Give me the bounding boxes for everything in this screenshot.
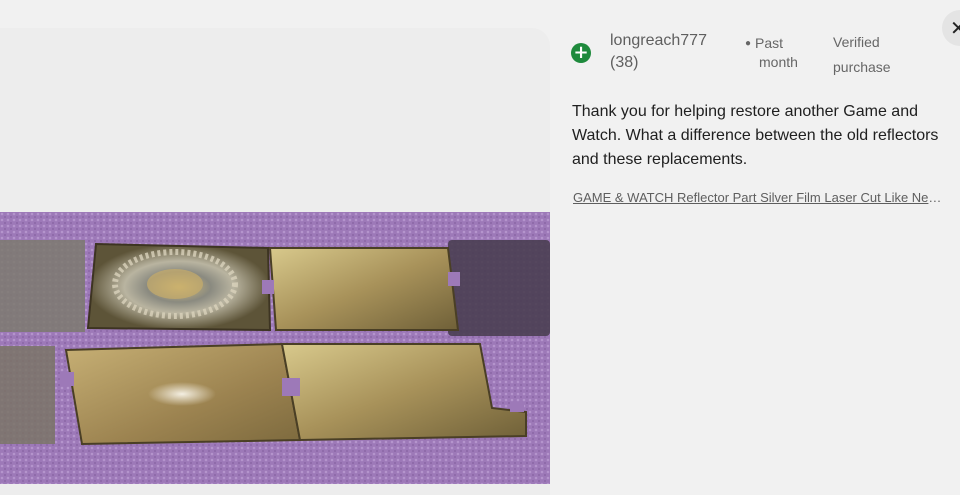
close-icon[interactable]: ✕: [942, 10, 960, 46]
product-link[interactable]: GAME & WATCH Reflector Part Silver Film …: [573, 188, 949, 208]
plus-circle-icon[interactable]: +: [571, 43, 591, 63]
review-viewer: + longreach777 (38) ● Past month Verified…: [0, 0, 960, 495]
verified-line1: Verified: [833, 34, 880, 50]
review-panel: + longreach777 (38) ● Past month Verified…: [570, 0, 960, 495]
review-photo-panel: [0, 28, 550, 495]
verified-purchase-badge: Verified purchase: [833, 30, 913, 80]
review-date: ● Past month: [745, 34, 815, 72]
author-review-count: (38): [610, 54, 639, 71]
review-author[interactable]: longreach777 (38): [610, 30, 740, 74]
date-line2: month: [759, 54, 798, 70]
review-text: Thank you for helping restore another Ga…: [572, 103, 939, 168]
review-photo[interactable]: [0, 212, 550, 484]
bullet-separator: ●: [745, 38, 752, 49]
reflector-photo-illustration: [0, 212, 550, 484]
verified-line2: purchase: [833, 59, 891, 75]
author-name[interactable]: longreach777: [610, 32, 707, 49]
date-line1: Past: [755, 35, 784, 51]
